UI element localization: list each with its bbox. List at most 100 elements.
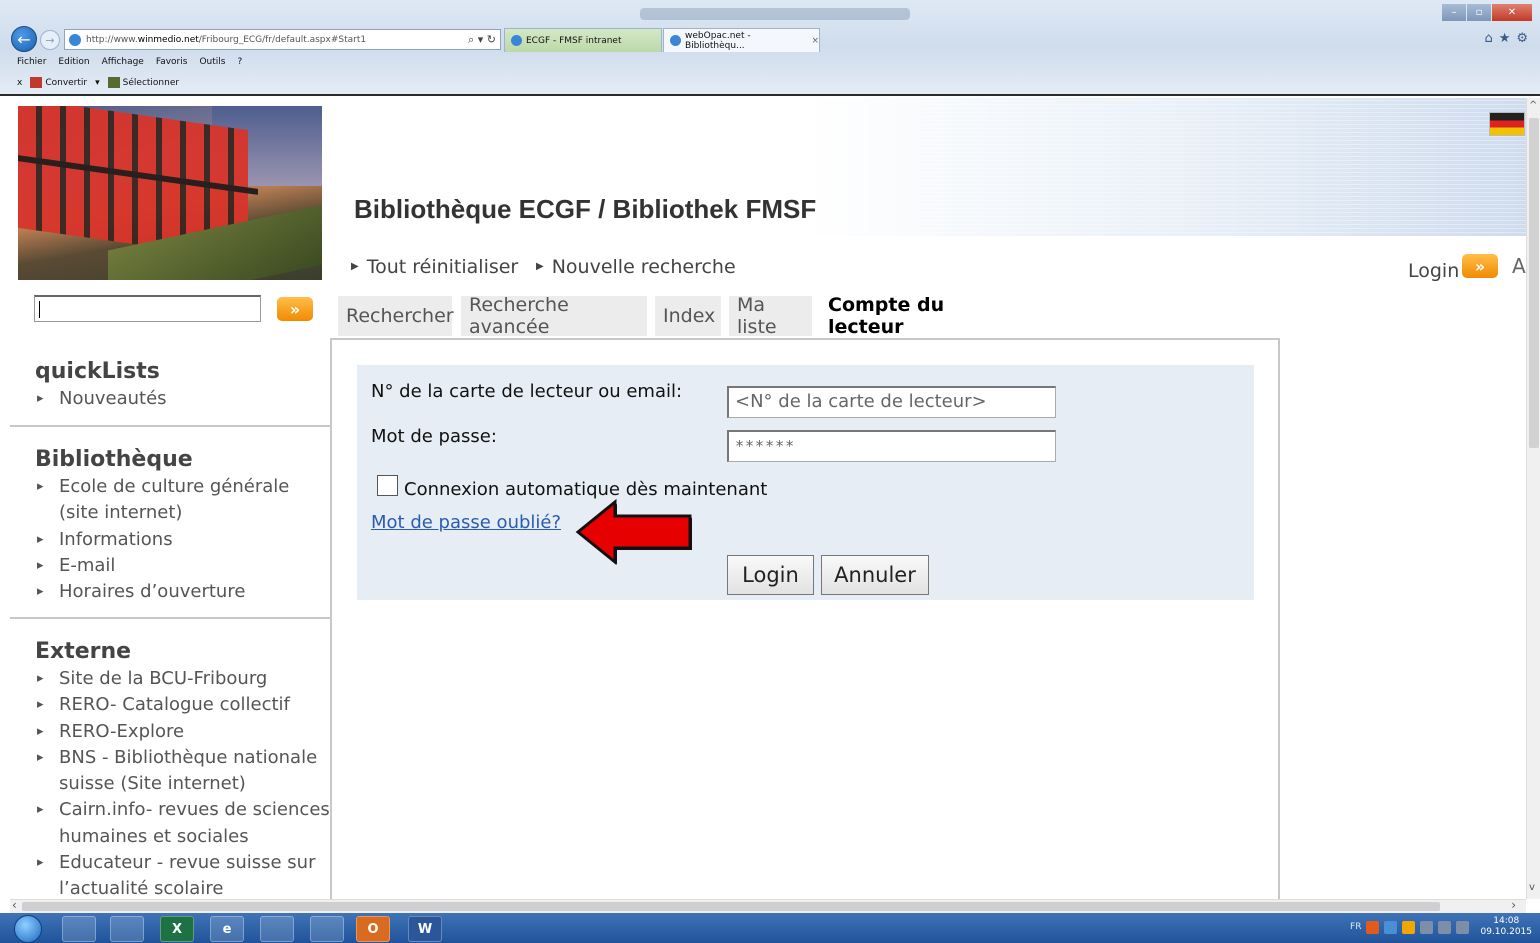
convert-dropdown-icon[interactable]: ▾ xyxy=(95,78,100,88)
address-tools-icon[interactable]: ⌕ ▾ ↻ xyxy=(468,33,500,47)
tray-app-icon[interactable] xyxy=(1420,920,1434,934)
tray-app-icon[interactable] xyxy=(1366,920,1380,934)
taskbar-media-icon[interactable] xyxy=(110,916,144,942)
taskbar-ie-icon[interactable]: e xyxy=(210,916,244,942)
tab-ma-liste[interactable]: Ma liste xyxy=(729,294,812,338)
sidebar-item-rero-catalogue[interactable]: RERO- Catalogue collectif xyxy=(35,692,330,719)
menu-edition[interactable]: Edition xyxy=(58,57,89,67)
browser-tab-intranet[interactable]: ECGF - FMSF intranet xyxy=(504,28,662,52)
tab-rechercher[interactable]: Rechercher xyxy=(338,296,454,336)
german-flag-icon[interactable] xyxy=(1489,112,1525,136)
sidebar-item-email[interactable]: E-mail xyxy=(35,553,330,580)
menu-outils[interactable]: Outils xyxy=(199,57,225,67)
new-search-label: Nouvelle recherche xyxy=(551,256,736,278)
taskbar-outlook-icon[interactable]: O xyxy=(356,916,390,942)
url-prefix: http://www. xyxy=(86,34,138,45)
address-bar[interactable]: http://www. winmedio.net/Fribourg_ECG/fr/… xyxy=(64,29,501,50)
home-favorites-settings-icons[interactable]: ⌂★⚙ xyxy=(1484,31,1534,46)
tray-app-icon[interactable] xyxy=(1402,920,1416,934)
taskbar-folder-icon[interactable] xyxy=(310,916,344,942)
browser-tab-webopac[interactable]: webOpac.net - Bibliothèqu... × xyxy=(663,28,820,52)
auto-login-label[interactable]: Connexion automatique dès maintenant xyxy=(404,479,767,500)
menu-favoris[interactable]: Favoris xyxy=(156,57,188,67)
scroll-right-icon[interactable]: › xyxy=(1511,898,1516,912)
windows-taskbar: X e O W FR 14:08 09.10.2015 xyxy=(0,913,1540,943)
taskbar-explorer-icon[interactable] xyxy=(62,916,96,942)
sidebar-list-bibliotheque: Ecole de culture générale (site internet… xyxy=(35,474,330,606)
menu-help[interactable]: ? xyxy=(237,57,242,67)
clock[interactable]: 14:08 09.10.2015 xyxy=(1480,916,1532,938)
clock-time: 14:08 xyxy=(1493,916,1520,926)
sidebar-divider xyxy=(10,425,330,427)
maximize-button[interactable]: ▫ xyxy=(1467,4,1491,21)
start-button[interactable] xyxy=(14,915,42,943)
quick-search-button[interactable]: » xyxy=(277,297,313,321)
scroll-thumb[interactable] xyxy=(22,902,1440,911)
tab-compte-du-lecteur[interactable]: Compte du lecteur xyxy=(820,294,1017,338)
font-size-toggle[interactable]: A xyxy=(1512,254,1526,278)
convert-button[interactable]: Convertir xyxy=(30,77,87,88)
forgot-password-link[interactable]: Mot de passe oublié? xyxy=(371,512,561,533)
taskbar-word-icon[interactable]: W xyxy=(408,916,442,942)
tray-network-icon[interactable] xyxy=(1384,920,1398,934)
ie-tab-icon xyxy=(511,35,522,46)
clock-date: 09.10.2015 xyxy=(1480,927,1532,937)
quick-search-input[interactable] xyxy=(34,295,261,322)
tray-volume-icon[interactable] xyxy=(1456,920,1470,934)
reset-all-link[interactable]: ▶ Tout réinitialiser xyxy=(351,256,518,278)
sidebar-list-externe: Site de la BCU-Fribourg RERO- Catalogue … xyxy=(35,666,330,899)
tray-app-icon[interactable] xyxy=(1438,920,1452,934)
tab-recherche-avancee[interactable]: Recherche avancée xyxy=(461,294,647,338)
scroll-up-icon[interactable]: ^ xyxy=(1529,100,1537,111)
taskbar-excel-icon[interactable]: X xyxy=(160,916,194,942)
sidebar-item-bns[interactable]: BNS - Bibliothèque nationale suisse (Sit… xyxy=(35,745,330,798)
sidebar-heading-quicklists: quickLists xyxy=(35,359,160,384)
pdf-convert-icon xyxy=(30,77,43,88)
sidebar-item-horaires[interactable]: Horaires d’ouverture xyxy=(35,579,330,606)
back-button[interactable]: ← xyxy=(11,26,37,52)
select-label: Sélectionner xyxy=(122,78,180,88)
new-search-link[interactable]: ▶ Nouvelle recherche xyxy=(536,256,736,278)
card-number-input[interactable]: <N° de la carte de lecteur> xyxy=(727,386,1056,418)
password-input[interactable]: ****** xyxy=(727,430,1056,462)
login-button[interactable]: Login xyxy=(727,555,814,595)
scroll-left-icon[interactable]: ‹ xyxy=(12,898,17,912)
select-button[interactable]: Sélectionner xyxy=(107,77,180,88)
auto-login-checkbox[interactable] xyxy=(377,475,398,496)
close-window-button[interactable]: ✕ xyxy=(1492,4,1532,21)
browser-tab-label: ECGF - FMSF intranet xyxy=(526,35,622,46)
cancel-button[interactable]: Annuler xyxy=(821,555,929,595)
sidebar-item-ecole[interactable]: Ecole de culture générale (site internet… xyxy=(35,474,330,527)
card-number-label: N° de la carte de lecteur ou email: xyxy=(371,381,683,402)
sidebar-item-nouveautes[interactable]: Nouveautés xyxy=(35,386,330,413)
sidebar-item-cairn[interactable]: Cairn.info- revues de sciences humaines … xyxy=(35,797,330,850)
login-link[interactable]: Login xyxy=(1408,260,1459,282)
command-bar-close-icon[interactable]: x xyxy=(17,78,22,88)
sidebar-divider xyxy=(10,617,330,619)
horizontal-scrollbar[interactable]: ‹ › xyxy=(10,898,1526,913)
password-label: Mot de passe: xyxy=(371,426,497,447)
sidebar-heading-bibliotheque: Bibliothèque xyxy=(35,447,193,472)
tab-close-icon[interactable]: × xyxy=(811,36,819,46)
sidebar-item-rero-explore[interactable]: RERO-Explore xyxy=(35,719,330,746)
vertical-scrollbar[interactable]: ^ v xyxy=(1526,98,1540,899)
convert-label: Convertir xyxy=(45,78,88,88)
taskbar-chrome-icon[interactable] xyxy=(260,916,294,942)
sidebar-list-quicklists: Nouveautés xyxy=(35,386,330,413)
language-indicator[interactable]: FR xyxy=(1350,922,1361,932)
menu-fichier[interactable]: Fichier xyxy=(17,57,46,67)
sidebar-item-educateur[interactable]: Educateur - revue suisse sur l’actualité… xyxy=(35,850,330,899)
sidebar-heading-externe: Externe xyxy=(35,639,132,664)
sidebar-item-informations[interactable]: Informations xyxy=(35,527,330,554)
tab-index[interactable]: Index xyxy=(655,296,721,336)
forward-button[interactable]: → xyxy=(40,30,60,50)
arrow-right-icon: ▶ xyxy=(351,261,359,272)
sidebar-item-bcu[interactable]: Site de la BCU-Fribourg xyxy=(35,666,330,693)
menu-affichage[interactable]: Affichage xyxy=(102,57,144,67)
command-bar: x Convertir ▾ Sélectionner xyxy=(17,77,179,88)
scroll-down-icon[interactable]: v xyxy=(1529,882,1535,893)
menu-bar: Fichier Edition Affichage Favoris Outils… xyxy=(17,57,242,67)
minimize-button[interactable]: – xyxy=(1442,4,1466,21)
login-go-button[interactable]: » xyxy=(1462,254,1498,278)
scroll-thumb[interactable] xyxy=(1529,118,1539,448)
